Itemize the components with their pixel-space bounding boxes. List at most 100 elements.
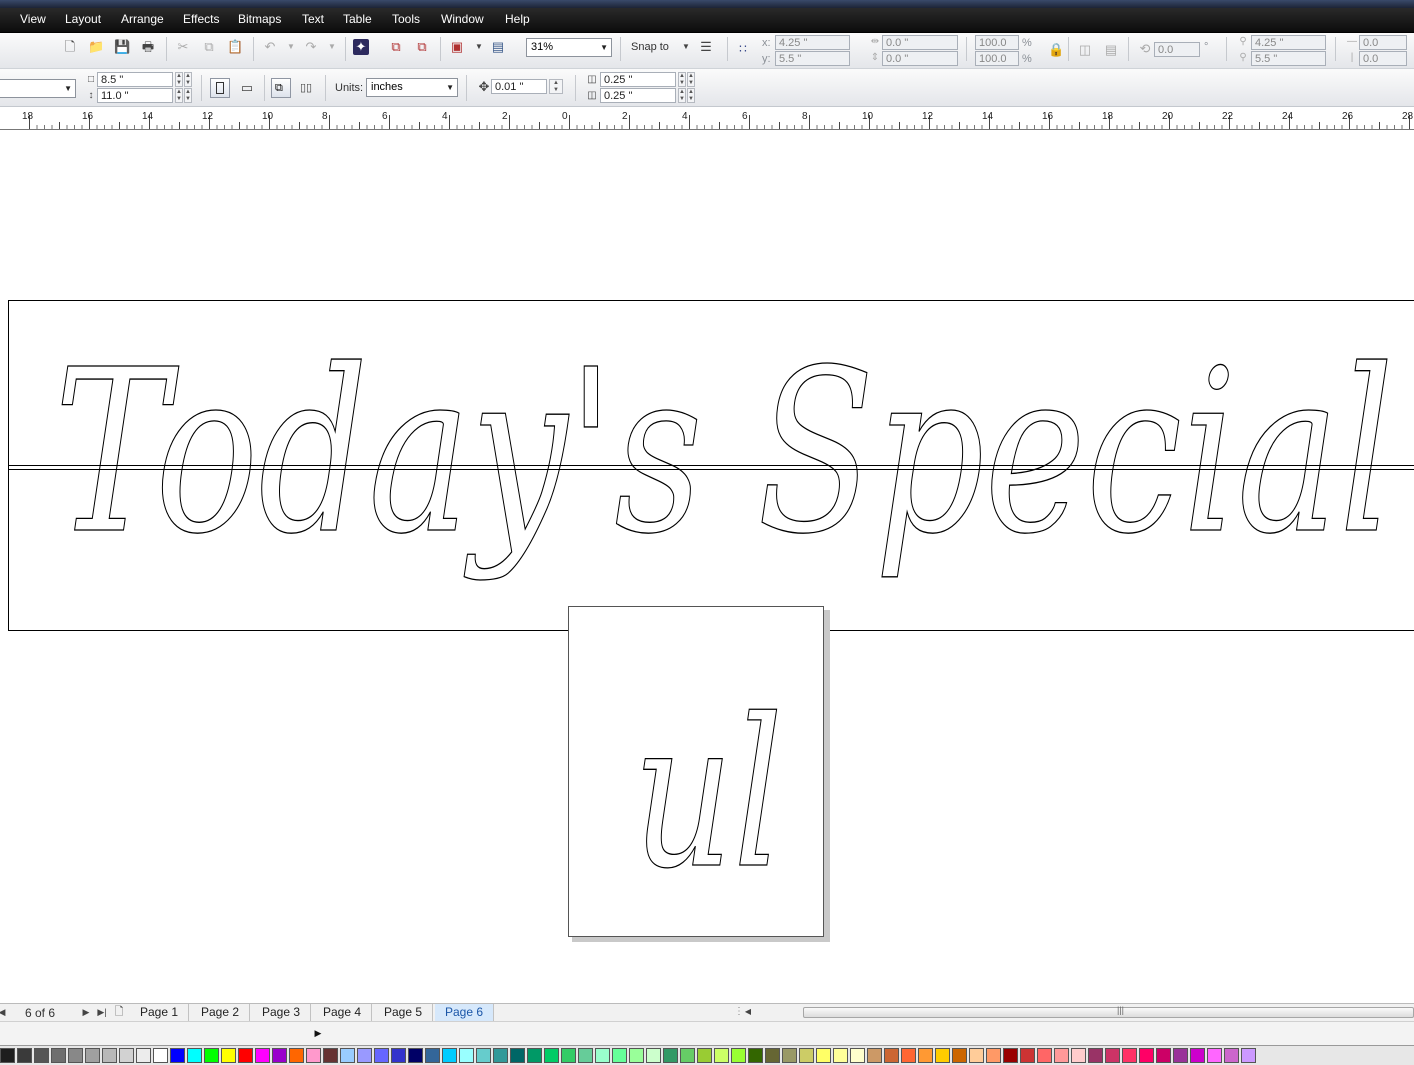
add-page-icon[interactable]: 🗋 (111, 1004, 127, 1020)
mirror-vertical-icon[interactable]: ▤ (1103, 42, 1119, 58)
color-swatch[interactable] (850, 1048, 865, 1063)
object-height-field[interactable]: 0.0 " (882, 51, 958, 66)
color-swatch[interactable] (0, 1048, 15, 1063)
color-swatch[interactable] (1190, 1048, 1205, 1063)
menu-view[interactable]: View (20, 12, 46, 26)
color-swatch[interactable] (1037, 1048, 1052, 1063)
color-swatch[interactable] (255, 1048, 270, 1063)
page-tab[interactable]: Page 2 (191, 1004, 251, 1021)
page-script-text[interactable]: ul (632, 675, 783, 914)
color-swatch[interactable] (391, 1048, 406, 1063)
color-swatch[interactable] (782, 1048, 797, 1063)
horizontal-scrollbar-thumb[interactable]: ||| (803, 1005, 1414, 1018)
color-swatch[interactable] (901, 1048, 916, 1063)
duplicate-x-field[interactable]: 0.25 " (600, 72, 676, 87)
color-swatch[interactable] (1156, 1048, 1171, 1063)
undo-icon[interactable]: ↶ (262, 39, 278, 55)
color-swatch[interactable] (510, 1048, 525, 1063)
color-swatch[interactable] (663, 1048, 678, 1063)
color-swatch[interactable] (289, 1048, 304, 1063)
scale-x-field[interactable]: 100.0 (975, 35, 1019, 50)
duplicate-y-spinner[interactable]: ▲ ▼ (678, 88, 686, 103)
page-tab[interactable]: Page 5 (374, 1004, 434, 1021)
color-swatch[interactable] (442, 1048, 457, 1063)
nudge-spinner[interactable]: ▲ ▼ (549, 79, 563, 94)
color-swatch[interactable] (221, 1048, 236, 1063)
color-swatch[interactable] (306, 1048, 321, 1063)
page-height-spinner[interactable]: ▲ ▼ (175, 88, 183, 103)
color-swatch[interactable] (527, 1048, 542, 1063)
menu-tools[interactable]: Tools (392, 12, 420, 26)
color-swatch[interactable] (561, 1048, 576, 1063)
color-swatch[interactable] (51, 1048, 66, 1063)
menu-text[interactable]: Text (302, 12, 324, 26)
x-position-field[interactable]: 4.25 " (775, 35, 850, 50)
menu-layout[interactable]: Layout (65, 12, 101, 26)
page-height-field[interactable]: 11.0 " (97, 88, 173, 103)
menu-help[interactable]: Help (505, 12, 530, 26)
color-swatch[interactable] (765, 1048, 780, 1063)
object-width-field[interactable]: 0.0 " (882, 35, 958, 50)
horizontal-ruler[interactable]: 18 16 14 12 10 8 6 4 2 0 2 4 6 8 10 12 14 16 18 20 22 24 26 28 (0, 107, 1414, 130)
welcome-screen-icon[interactable]: ▤ (490, 39, 506, 55)
next-page-icon[interactable]: ▶ (78, 1004, 94, 1020)
color-swatch[interactable] (34, 1048, 49, 1063)
cut-icon[interactable]: ✂ (175, 39, 191, 55)
menu-table[interactable]: Table (343, 12, 372, 26)
color-swatch[interactable] (595, 1048, 610, 1063)
color-swatch[interactable] (340, 1048, 355, 1063)
current-page-icon[interactable]: ▯▯ (298, 80, 314, 96)
color-swatch[interactable] (952, 1048, 967, 1063)
color-swatch[interactable] (1105, 1048, 1120, 1063)
duplicate-y-field[interactable]: 0.25 " (600, 88, 676, 103)
color-swatch[interactable] (1139, 1048, 1154, 1063)
color-swatch[interactable] (1122, 1048, 1137, 1063)
color-swatch[interactable] (357, 1048, 372, 1063)
color-swatch[interactable] (918, 1048, 933, 1063)
undo-dropdown-icon[interactable]: ▼ (283, 39, 299, 55)
duplicate-y-spinner-alt[interactable]: ▲ ▼ (687, 88, 695, 103)
new-document-icon[interactable]: 🗋 (62, 39, 78, 55)
search-content-icon[interactable]: ✦ (353, 39, 369, 55)
color-swatch[interactable] (1173, 1048, 1188, 1063)
lock-ratio-icon[interactable]: 🔒 (1048, 42, 1064, 58)
color-swatch[interactable] (425, 1048, 440, 1063)
paper-type-combo[interactable]: ▼ (0, 79, 76, 98)
color-swatch[interactable] (884, 1048, 899, 1063)
rotation-center-y-field[interactable]: 5.5 " (1251, 51, 1326, 66)
color-swatch[interactable] (85, 1048, 100, 1063)
color-swatch[interactable] (238, 1048, 253, 1063)
color-swatch[interactable] (1241, 1048, 1256, 1063)
color-swatch[interactable] (731, 1048, 746, 1063)
import-icon[interactable]: ⧉ (388, 39, 404, 55)
duplicate-x-spinner[interactable]: ▲ ▼ (678, 72, 686, 87)
status-expand-icon[interactable]: ▶ (310, 1025, 326, 1041)
color-swatch[interactable] (476, 1048, 491, 1063)
snap-to-button[interactable]: Snap to (631, 40, 669, 54)
units-combo[interactable]: inches ▼ (366, 78, 458, 97)
color-swatch[interactable] (68, 1048, 83, 1063)
color-swatch[interactable] (493, 1048, 508, 1063)
color-swatch[interactable] (799, 1048, 814, 1063)
y-position-field[interactable]: 5.5 " (775, 51, 850, 66)
nudge-distance-field[interactable]: 0.01 " (491, 79, 547, 94)
page-width-spinner-alt[interactable]: ▲ ▼ (184, 72, 192, 87)
color-swatch[interactable] (1071, 1048, 1086, 1063)
color-swatch[interactable] (102, 1048, 117, 1063)
color-swatch[interactable] (153, 1048, 168, 1063)
color-swatch[interactable] (578, 1048, 593, 1063)
color-swatch[interactable] (714, 1048, 729, 1063)
first-page-icon[interactable]: ◀ (0, 1004, 10, 1020)
color-swatch[interactable] (629, 1048, 644, 1063)
color-swatch[interactable] (408, 1048, 423, 1063)
duplicate-x-spinner-alt[interactable]: ▲ ▼ (687, 72, 695, 87)
color-swatch[interactable] (1003, 1048, 1018, 1063)
color-swatch[interactable] (935, 1048, 950, 1063)
color-swatch[interactable] (680, 1048, 695, 1063)
page-width-field[interactable]: 8.5 " (97, 72, 173, 87)
skew-horizontal-field[interactable]: 0.0 (1359, 35, 1407, 50)
copy-icon[interactable]: ⧉ (201, 39, 217, 55)
color-swatch[interactable] (374, 1048, 389, 1063)
all-pages-button[interactable]: ⧉ (271, 78, 291, 98)
color-swatch[interactable] (204, 1048, 219, 1063)
